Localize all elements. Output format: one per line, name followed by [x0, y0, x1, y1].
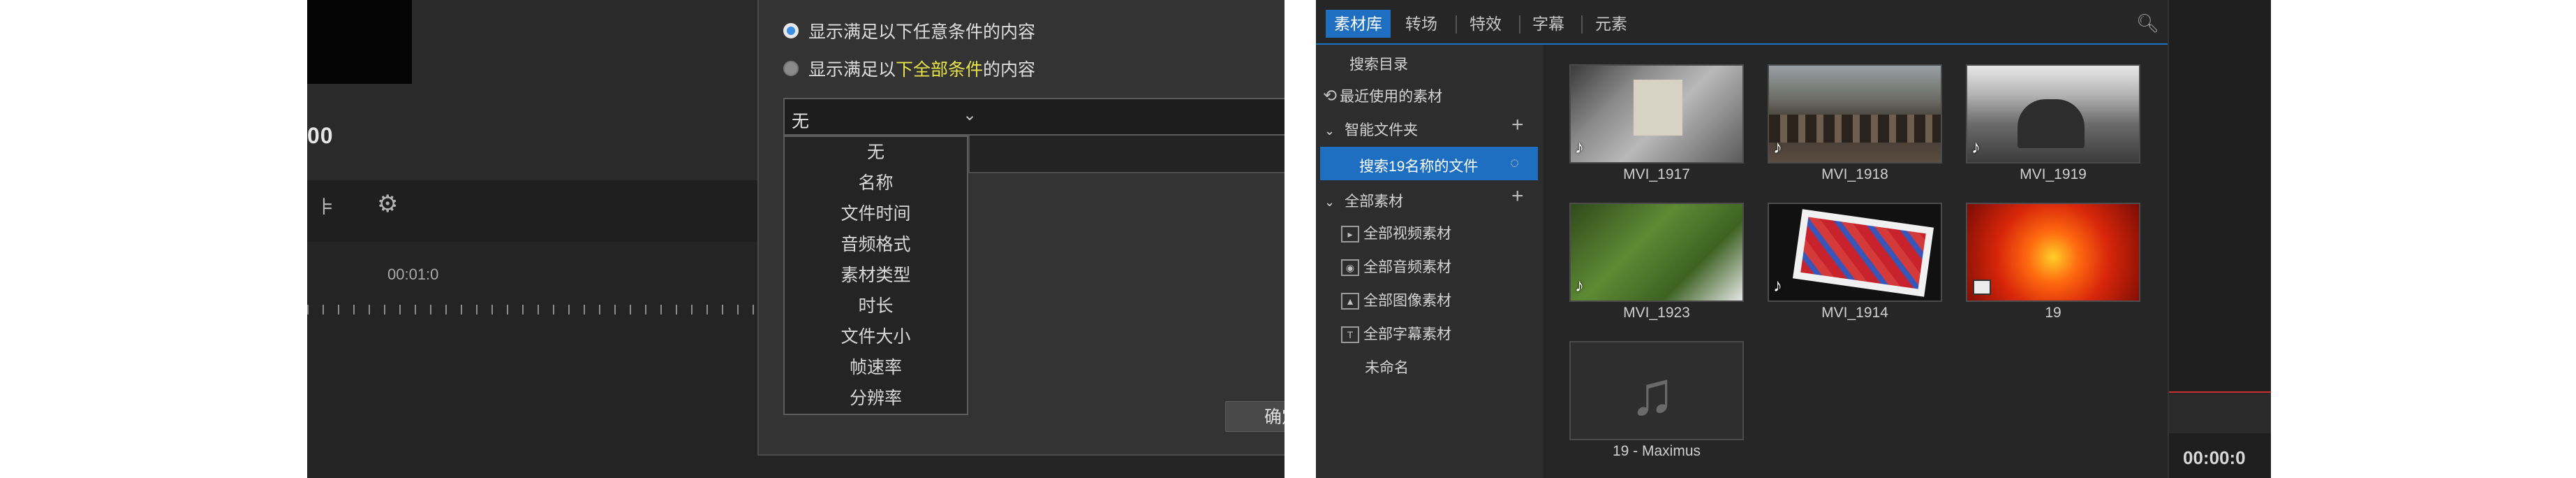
media-thumbnail[interactable]: ♪: [1768, 64, 1942, 164]
sidebar-item-all-media[interactable]: ⌄ 全部素材: [1324, 190, 1403, 211]
sidebar-item-all-media-label: 全部素材: [1345, 194, 1404, 210]
tab-subtitles[interactable]: 字幕: [1524, 10, 1573, 38]
ok-button[interactable]: 确定: [1225, 401, 1285, 432]
sidebar-item-all-video[interactable]: ▸ 全部视频素材: [1341, 222, 1451, 243]
library-tab-bar: 素材库 转场 特效 字幕 元素 🔍︎: [1316, 0, 2168, 45]
video-icon: ▸: [1341, 226, 1359, 243]
thumbnail-banner: [1634, 80, 1682, 136]
media-label: MVI_1918: [1821, 166, 1888, 182]
library-sidebar: 搜索目录 ⟲ 最近使用的素材 ⌄ 智能文件夹 + 搜索19名称的文件 ◌ ⌄ 全部素材…: [1316, 45, 1543, 478]
media-thumbnail[interactable]: ♪: [1569, 203, 1744, 302]
timecode-display: 00: [307, 123, 334, 148]
video-clip-icon: ♪: [1575, 136, 1584, 157]
video-clip-icon: ♪: [1773, 136, 1782, 157]
folder-status-icon[interactable]: ◌: [1510, 154, 1519, 172]
media-thumbnail[interactable]: [1966, 203, 2140, 302]
subtitle-icon: T: [1341, 326, 1359, 344]
music-note-icon: ♫: [1629, 358, 1675, 428]
dropdown-item[interactable]: 帧速率: [785, 352, 967, 383]
thumbnail-jars: [1769, 115, 1941, 143]
radio-unselected-icon[interactable]: [783, 61, 799, 76]
media-thumbnail[interactable]: ♪: [1768, 203, 1942, 302]
sidebar-item-all-image[interactable]: ▲ 全部图像素材: [1341, 289, 1451, 310]
dropdown-item[interactable]: 音频格式: [785, 229, 967, 260]
media-label: MVI_1919: [2020, 166, 2087, 182]
image-icon: ▲: [1341, 293, 1359, 310]
sidebar-item-search-catalog[interactable]: 搜索目录: [1349, 53, 1408, 74]
history-icon: ⟲: [1323, 87, 1338, 106]
radio-any-condition[interactable]: 显示满足以下任意条件的内容: [783, 18, 1035, 43]
add-media-icon[interactable]: +: [1511, 184, 1524, 208]
radio-all-label-prefix: 显示满足以: [808, 60, 896, 80]
tab-transitions[interactable]: 转场: [1397, 10, 1446, 38]
media-label: MVI_1914: [1821, 305, 1888, 321]
condition-dropdown-list: 无 名称 文件时间 音频格式 素材类型 时长 文件大小 帧速率 分辨率: [783, 136, 968, 415]
media-label: 19: [2045, 305, 2061, 321]
timeline-preview-strip: 00:00:0: [2168, 0, 2271, 478]
condition-select-value: 无: [792, 112, 810, 131]
sidebar-item-all-audio[interactable]: ◉ 全部音频素材: [1341, 256, 1451, 277]
media-label: 19 - Maximus: [1612, 443, 1701, 459]
dropdown-item[interactable]: 无: [785, 137, 967, 168]
dropdown-item[interactable]: 名称: [785, 168, 967, 198]
radio-all-label-highlight: 下全部条件: [896, 60, 984, 80]
preview-area: [307, 0, 412, 84]
dropdown-item[interactable]: 素材类型: [785, 260, 967, 291]
audio-thumbnail[interactable]: ♫: [1569, 341, 1744, 440]
chevron-down-icon[interactable]: ⌄: [963, 105, 977, 125]
timecode-display-right: 00:00:0: [2183, 447, 2246, 468]
sidebar-item-search-19[interactable]: 搜索19名称的文件: [1359, 155, 1478, 176]
timeline-marker-bar: [2169, 391, 2271, 433]
video-clip-icon: ♪: [1971, 136, 1981, 157]
tab-media-library[interactable]: 素材库: [1326, 10, 1391, 38]
sidebar-item-all-image-label: 全部图像素材: [1363, 293, 1451, 309]
condition-select[interactable]: 无 ⌄: [783, 98, 1285, 136]
radio-all-conditions[interactable]: 显示满足以 下全部条件 的内容: [783, 56, 1035, 81]
image-icon: [1973, 280, 1991, 295]
add-smart-folder-icon[interactable]: +: [1511, 113, 1524, 137]
media-label: MVI_1917: [1623, 166, 1690, 182]
tab-divider: [1456, 15, 1457, 34]
sidebar-item-smart-folder[interactable]: ⌄ 智能文件夹: [1324, 119, 1418, 140]
tab-divider: [1519, 15, 1520, 34]
dropdown-item[interactable]: 分辨率: [785, 383, 967, 414]
chevron-down-icon[interactable]: ⌄: [1324, 195, 1335, 209]
dropdown-item[interactable]: 时长: [785, 291, 967, 321]
media-grid: ♪ MVI_1917 ♪ MVI_1918 ♪ MVI_1919 ♪ MVI_1…: [1543, 45, 2168, 478]
sidebar-item-unnamed[interactable]: 未命名: [1365, 356, 1409, 377]
gear-icon[interactable]: ⚙: [377, 190, 398, 218]
tab-elements[interactable]: 元素: [1587, 10, 1636, 38]
filter-dialog: 显示满足以下任意条件的内容 显示满足以 下全部条件 的内容 无 ⌄ 无 名称 文件时…: [757, 0, 1285, 456]
sidebar-item-smart-folder-label: 智能文件夹: [1345, 122, 1419, 138]
video-clip-icon: ♪: [1773, 275, 1782, 296]
tab-effects[interactable]: 特效: [1461, 10, 1510, 38]
thumbnail-vat: [2018, 99, 2085, 148]
split-track-icon[interactable]: ⊧: [321, 193, 334, 221]
ruler-time-label: 00:01:0: [387, 266, 439, 283]
tab-divider: [1581, 15, 1583, 34]
media-thumbnail[interactable]: ♪: [1569, 64, 1744, 164]
sidebar-item-all-audio-label: 全部音频素材: [1363, 259, 1451, 275]
editor-left-panel: 00 ⊧ ⚙ 00:01:0 0 显示满足以下任意条件的内容 显示满足以下全部条…: [307, 0, 1285, 478]
radio-any-label: 显示满足以下任意条件的内容: [808, 22, 1036, 42]
sidebar-item-all-video-label: 全部视频素材: [1363, 226, 1451, 242]
search-icon[interactable]: 🔍︎: [2136, 13, 2159, 34]
sidebar-item-all-subtitle[interactable]: T 全部字幕素材: [1341, 323, 1451, 344]
chevron-down-icon[interactable]: ⌄: [1324, 124, 1335, 138]
sidebar-item-recent[interactable]: ⟲ 最近使用的素材: [1323, 85, 1442, 106]
media-label: MVI_1923: [1623, 305, 1690, 321]
media-thumbnail[interactable]: ♪: [1966, 64, 2140, 164]
condition-value-field[interactable]: [968, 136, 1285, 173]
radio-all-label-suffix: 的内容: [983, 60, 1036, 80]
dropdown-item[interactable]: 文件时间: [785, 198, 967, 229]
audio-icon: ◉: [1341, 259, 1359, 277]
video-clip-icon: ♪: [1575, 275, 1584, 296]
thumbnail-box-content: [1800, 217, 1926, 289]
thumbnail-box: [1792, 209, 1934, 297]
dropdown-item[interactable]: 文件大小: [785, 321, 967, 352]
sidebar-item-all-subtitle-label: 全部字幕素材: [1363, 326, 1451, 342]
sidebar-item-recent-label: 最近使用的素材: [1340, 89, 1443, 105]
media-library-panel: 素材库 转场 特效 字幕 元素 🔍︎ 搜索目录 ⟲ 最近使用的素材 ⌄ 智能文件夹 …: [1316, 0, 2271, 478]
radio-selected-icon[interactable]: [783, 23, 799, 38]
